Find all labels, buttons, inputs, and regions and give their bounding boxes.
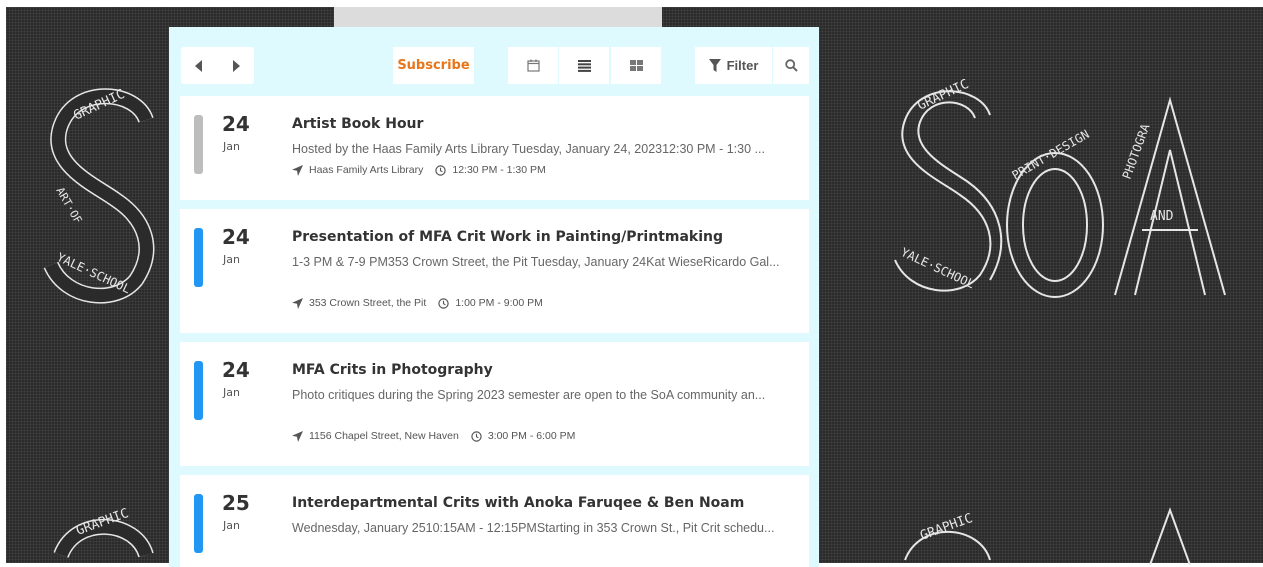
events-calendar-panel: Subscribe Filter 24 Jan Artist Book Hour… xyxy=(169,27,819,567)
event-location: 1156 Chapel Street, New Haven xyxy=(309,430,459,442)
event-title[interactable]: Interdepartmental Crits with Anoka Faruq… xyxy=(292,495,744,511)
event-color-bar xyxy=(194,228,203,287)
location-arrow-icon xyxy=(292,430,303,442)
event-description: Wednesday, January 2510:15AM - 12:15PMSt… xyxy=(292,521,775,535)
event-day: 24 xyxy=(222,358,250,382)
clock-icon xyxy=(438,297,450,309)
next-button[interactable] xyxy=(217,47,254,84)
event-time: 3:00 PM - 6:00 PM xyxy=(487,430,576,442)
grid-view-button[interactable] xyxy=(611,47,661,84)
event-time: 12:30 PM - 1:30 PM xyxy=(452,164,546,176)
list-icon xyxy=(577,59,591,72)
filter-button[interactable]: Filter xyxy=(695,47,772,84)
search-icon xyxy=(784,59,798,72)
filter-label: Filter xyxy=(726,58,759,73)
event-description: Hosted by the Haas Family Arts Library T… xyxy=(292,142,765,156)
event-color-bar xyxy=(194,494,203,553)
event-card[interactable]: 24 Jan MFA Crits in Photography Photo cr… xyxy=(180,342,809,466)
subscribe-button[interactable]: Subscribe xyxy=(393,47,474,84)
event-time: 1:00 PM - 9:00 PM xyxy=(455,297,543,309)
event-description: 1-3 PM & 7-9 PM353 Crown Street, the Pit… xyxy=(292,255,780,269)
event-day: 24 xyxy=(222,225,250,249)
list-view-button[interactable] xyxy=(559,47,609,84)
event-card[interactable]: 25 Jan Interdepartmental Crits with Anok… xyxy=(180,475,809,567)
chevron-left-icon xyxy=(195,59,202,72)
month-view-button[interactable] xyxy=(508,47,558,84)
filter-icon xyxy=(708,59,721,72)
event-location: Haas Family Arts Library xyxy=(309,164,424,176)
event-title[interactable]: MFA Crits in Photography xyxy=(292,362,493,378)
calendar-toolbar: Subscribe Filter xyxy=(169,27,819,95)
event-title[interactable]: Artist Book Hour xyxy=(292,116,423,132)
event-month: Jan xyxy=(223,386,240,399)
grid-icon xyxy=(629,60,643,71)
previous-button[interactable] xyxy=(181,47,217,84)
event-location: 353 Crown Street, the Pit xyxy=(309,297,427,309)
chevron-right-icon xyxy=(232,59,240,72)
event-meta: Haas Family Arts Library 12:30 PM - 1:30… xyxy=(292,164,546,176)
event-color-bar xyxy=(194,361,203,420)
event-month: Jan xyxy=(223,253,240,266)
event-month: Jan xyxy=(223,140,240,153)
location-arrow-icon xyxy=(292,297,303,309)
clock-icon xyxy=(471,430,482,442)
search-button[interactable] xyxy=(773,47,809,84)
clock-icon xyxy=(435,164,447,176)
calendar-icon xyxy=(526,59,540,72)
event-title[interactable]: Presentation of MFA Crit Work in Paintin… xyxy=(292,229,723,245)
event-card[interactable]: 24 Jan Presentation of MFA Crit Work in … xyxy=(180,209,809,333)
event-card[interactable]: 24 Jan Artist Book Hour Hosted by the Ha… xyxy=(180,96,809,200)
event-description: Photo critiques during the Spring 2023 s… xyxy=(292,388,766,402)
event-day: 24 xyxy=(222,112,250,136)
top-header-strip xyxy=(334,7,662,27)
location-arrow-icon xyxy=(292,164,303,176)
event-day: 25 xyxy=(222,491,250,515)
event-color-bar xyxy=(194,115,203,174)
event-meta: 353 Crown Street, the Pit 1:00 PM - 9:00… xyxy=(292,297,543,309)
event-meta: 1156 Chapel Street, New Haven 3:00 PM - … xyxy=(292,430,575,442)
event-month: Jan xyxy=(223,519,240,532)
